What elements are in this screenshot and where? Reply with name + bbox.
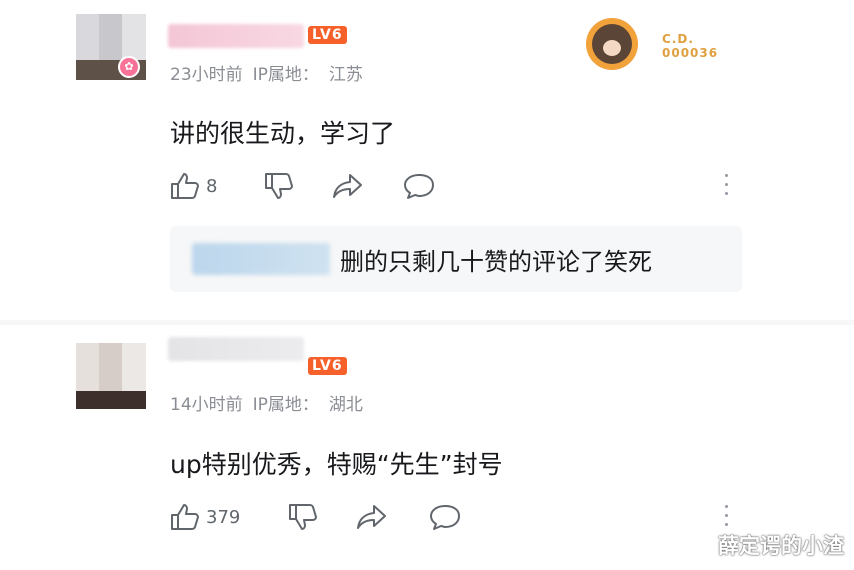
reply-button[interactable] xyxy=(428,503,462,531)
thumbs-up-icon xyxy=(171,504,199,530)
reply-username-redacted xyxy=(192,243,330,275)
comment-time: 14小时前 xyxy=(170,395,243,415)
share-icon xyxy=(357,505,386,529)
dislike-button[interactable] xyxy=(264,172,294,200)
comment-bubble-icon xyxy=(404,174,434,199)
like-count: 379 xyxy=(206,506,241,528)
like-button[interactable]: 8 xyxy=(170,172,217,200)
reply-button[interactable] xyxy=(402,172,436,200)
thumbs-down-icon xyxy=(265,173,293,199)
comment-time: 23小时前 xyxy=(170,65,243,85)
ip-location: 湖北 xyxy=(328,395,363,415)
share-button[interactable] xyxy=(332,172,364,200)
dislike-button[interactable] xyxy=(288,503,318,531)
comment-text: up特别优秀，特赐“先生”封号 xyxy=(170,450,503,479)
reply-preview[interactable]: 删的只剩几十赞的评论了笑死 xyxy=(170,226,742,292)
watermark: 薛定谔的小渣 xyxy=(718,534,844,558)
more-options-icon[interactable] xyxy=(725,174,729,195)
pendant-badge-icon: ✿ xyxy=(118,56,140,78)
ip-location: 江苏 xyxy=(328,65,363,85)
comment-meta: 14小时前 IP属地： 湖北 xyxy=(170,390,363,415)
ip-label: IP属地： xyxy=(252,395,319,415)
like-count: 8 xyxy=(206,175,218,197)
level-badge: LV6 xyxy=(308,357,347,375)
comment-meta: 23小时前 IP属地： 江苏 xyxy=(170,60,363,85)
like-button[interactable]: 379 xyxy=(170,503,240,531)
share-icon xyxy=(333,174,362,198)
avatar[interactable] xyxy=(76,343,146,409)
ip-label: IP属地： xyxy=(252,65,319,85)
reply-text: 删的只剩几十赞的评论了笑死 xyxy=(340,248,652,276)
fan-medal-number: 000036 xyxy=(662,46,719,60)
comment-item: ✿ LV6 23小时前 IP属地： 江苏 C.D. 000036 讲的很生动，学习了… xyxy=(0,0,854,320)
share-button[interactable] xyxy=(356,503,388,531)
username-redacted[interactable] xyxy=(168,337,304,361)
thumbs-up-icon xyxy=(171,173,199,199)
comment-bubble-icon xyxy=(430,505,460,530)
fan-medal-label: C.D. xyxy=(662,32,694,46)
username-redacted[interactable] xyxy=(168,24,304,48)
fan-medal-avatar[interactable] xyxy=(586,18,638,70)
thumbs-down-icon xyxy=(289,504,317,530)
level-badge: LV6 xyxy=(308,26,347,44)
comment-text: 讲的很生动，学习了 xyxy=(170,119,396,148)
more-options-icon[interactable] xyxy=(725,505,729,526)
